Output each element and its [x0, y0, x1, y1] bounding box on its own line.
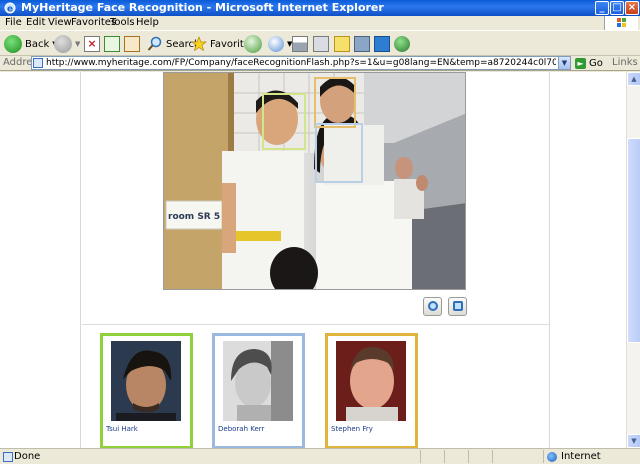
forward-button[interactable]: ▼: [54, 34, 80, 54]
status-text: Done: [14, 451, 41, 462]
forward-arrow-icon: [54, 35, 72, 53]
face-recognition-panel: room SR 5 Tsui Hark Deborah Kerr Stephen…: [80, 72, 550, 448]
back-button[interactable]: Back ▼: [4, 34, 58, 54]
edit-button[interactable]: [313, 34, 329, 54]
search-icon: [147, 36, 162, 51]
celebrity-photo-stephen-fry: [336, 341, 406, 421]
stop-icon: ×: [84, 36, 100, 52]
scroll-thumb[interactable]: [627, 138, 640, 343]
links-button[interactable]: Links: [612, 57, 638, 68]
maximize-button[interactable]: □: [610, 1, 624, 15]
mail-button[interactable]: ▼: [268, 34, 292, 54]
status-separator: [420, 450, 421, 463]
address-dropdown-icon[interactable]: ▼: [558, 57, 570, 69]
group-photo: room SR 5: [163, 72, 466, 290]
address-field[interactable]: http://www.myheritage.com/FP/Company/fac…: [31, 56, 571, 70]
go-button[interactable]: ► Go: [575, 56, 603, 70]
minimize-button[interactable]: _: [595, 1, 609, 15]
menu-edit[interactable]: Edit: [26, 17, 45, 28]
messenger-button[interactable]: [374, 34, 390, 54]
zone-label: Internet: [561, 451, 601, 462]
room-sign-text: room SR 5: [168, 212, 220, 222]
browser-window: e MyHeritage Face Recognition - Microsof…: [0, 0, 640, 464]
edit-icon: [313, 36, 329, 52]
fit-view-icon: [453, 301, 463, 311]
scroll-up-icon[interactable]: ▲: [627, 72, 640, 86]
menu-file[interactable]: File: [5, 17, 22, 28]
title-bar: e MyHeritage Face Recognition - Microsof…: [0, 0, 640, 16]
home-button[interactable]: [124, 34, 140, 54]
face-box-stephen-fry[interactable]: [314, 77, 356, 128]
left-margin: [0, 72, 80, 448]
panel-divider: [82, 324, 550, 325]
status-separator: [444, 450, 445, 463]
scroll-down-icon[interactable]: ▼: [627, 434, 640, 448]
mail-icon: [268, 36, 284, 52]
svg-text:e: e: [7, 5, 13, 15]
menu-help[interactable]: Help: [136, 17, 159, 28]
match-card-tsui-hark[interactable]: Tsui Hark: [100, 333, 193, 448]
refresh-icon: [104, 36, 120, 52]
standard-toolbar: Back ▼ ▼ × Search Favorites: [0, 30, 640, 56]
discuss-icon: [334, 36, 350, 52]
status-bar: Done Internet: [0, 448, 640, 464]
back-label: Back: [25, 38, 50, 50]
internet-explorer-icon: e: [4, 2, 16, 15]
vertical-scrollbar[interactable]: ▲ ▼: [626, 72, 640, 448]
research-icon: [354, 36, 370, 52]
celebrity-photo-tsui-hark: [111, 341, 181, 421]
menu-bar: File Edit View Favorites Tools Help: [0, 16, 640, 30]
menu-tools[interactable]: Tools: [110, 17, 135, 28]
fit-view-button[interactable]: [448, 297, 467, 316]
zoom-in-button[interactable]: [423, 297, 442, 316]
right-margin: [550, 72, 626, 448]
match-card-deborah-kerr[interactable]: Deborah Kerr: [212, 333, 305, 448]
match-name-stephen-fry: Stephen Fry: [331, 425, 373, 433]
discuss-button[interactable]: [334, 34, 350, 54]
back-arrow-icon: [4, 35, 22, 53]
research-button[interactable]: [354, 34, 370, 54]
globe-icon: [547, 451, 557, 462]
home-icon: [124, 36, 140, 52]
window-title: MyHeritage Face Recognition - Microsoft …: [21, 1, 384, 14]
match-name-deborah-kerr: Deborah Kerr: [218, 425, 265, 433]
print-button[interactable]: [292, 34, 308, 54]
history-button[interactable]: [244, 34, 262, 54]
address-bar: Address http://www.myheritage.com/FP/Com…: [0, 56, 640, 71]
security-zone: Internet: [543, 450, 640, 463]
history-icon: [244, 35, 262, 53]
celebrity-photo-deborah-kerr: [223, 341, 293, 421]
messenger-icon: [374, 36, 390, 52]
face-box-tsui-hark[interactable]: [262, 93, 306, 150]
status-separator: [492, 450, 493, 463]
page-done-icon: [3, 452, 13, 462]
forward-dropdown-icon[interactable]: ▼: [75, 40, 80, 48]
match-card-stephen-fry[interactable]: Stephen Fry: [325, 333, 418, 448]
windows-logo: [604, 16, 638, 30]
star-icon: [191, 36, 207, 52]
face-box-deborah-kerr[interactable]: [315, 123, 363, 183]
contacts-button[interactable]: [394, 34, 410, 54]
stop-button[interactable]: ×: [84, 34, 100, 54]
windows-flag-icon: [617, 18, 626, 27]
address-url[interactable]: http://www.myheritage.com/FP/Company/fac…: [46, 58, 556, 68]
status-separator: [468, 450, 469, 463]
content-viewport: room SR 5 Tsui Hark Deborah Kerr Stephen…: [0, 72, 626, 448]
print-icon: [292, 36, 308, 52]
close-button[interactable]: ×: [625, 1, 639, 15]
page-icon: [33, 58, 43, 68]
go-label: Go: [589, 57, 603, 69]
zoom-in-icon: [428, 301, 438, 311]
go-arrow-icon: ►: [575, 57, 586, 69]
match-name-tsui-hark: Tsui Hark: [106, 425, 138, 433]
refresh-button[interactable]: [104, 34, 120, 54]
contacts-icon: [394, 36, 410, 52]
menu-view[interactable]: View: [48, 17, 72, 28]
